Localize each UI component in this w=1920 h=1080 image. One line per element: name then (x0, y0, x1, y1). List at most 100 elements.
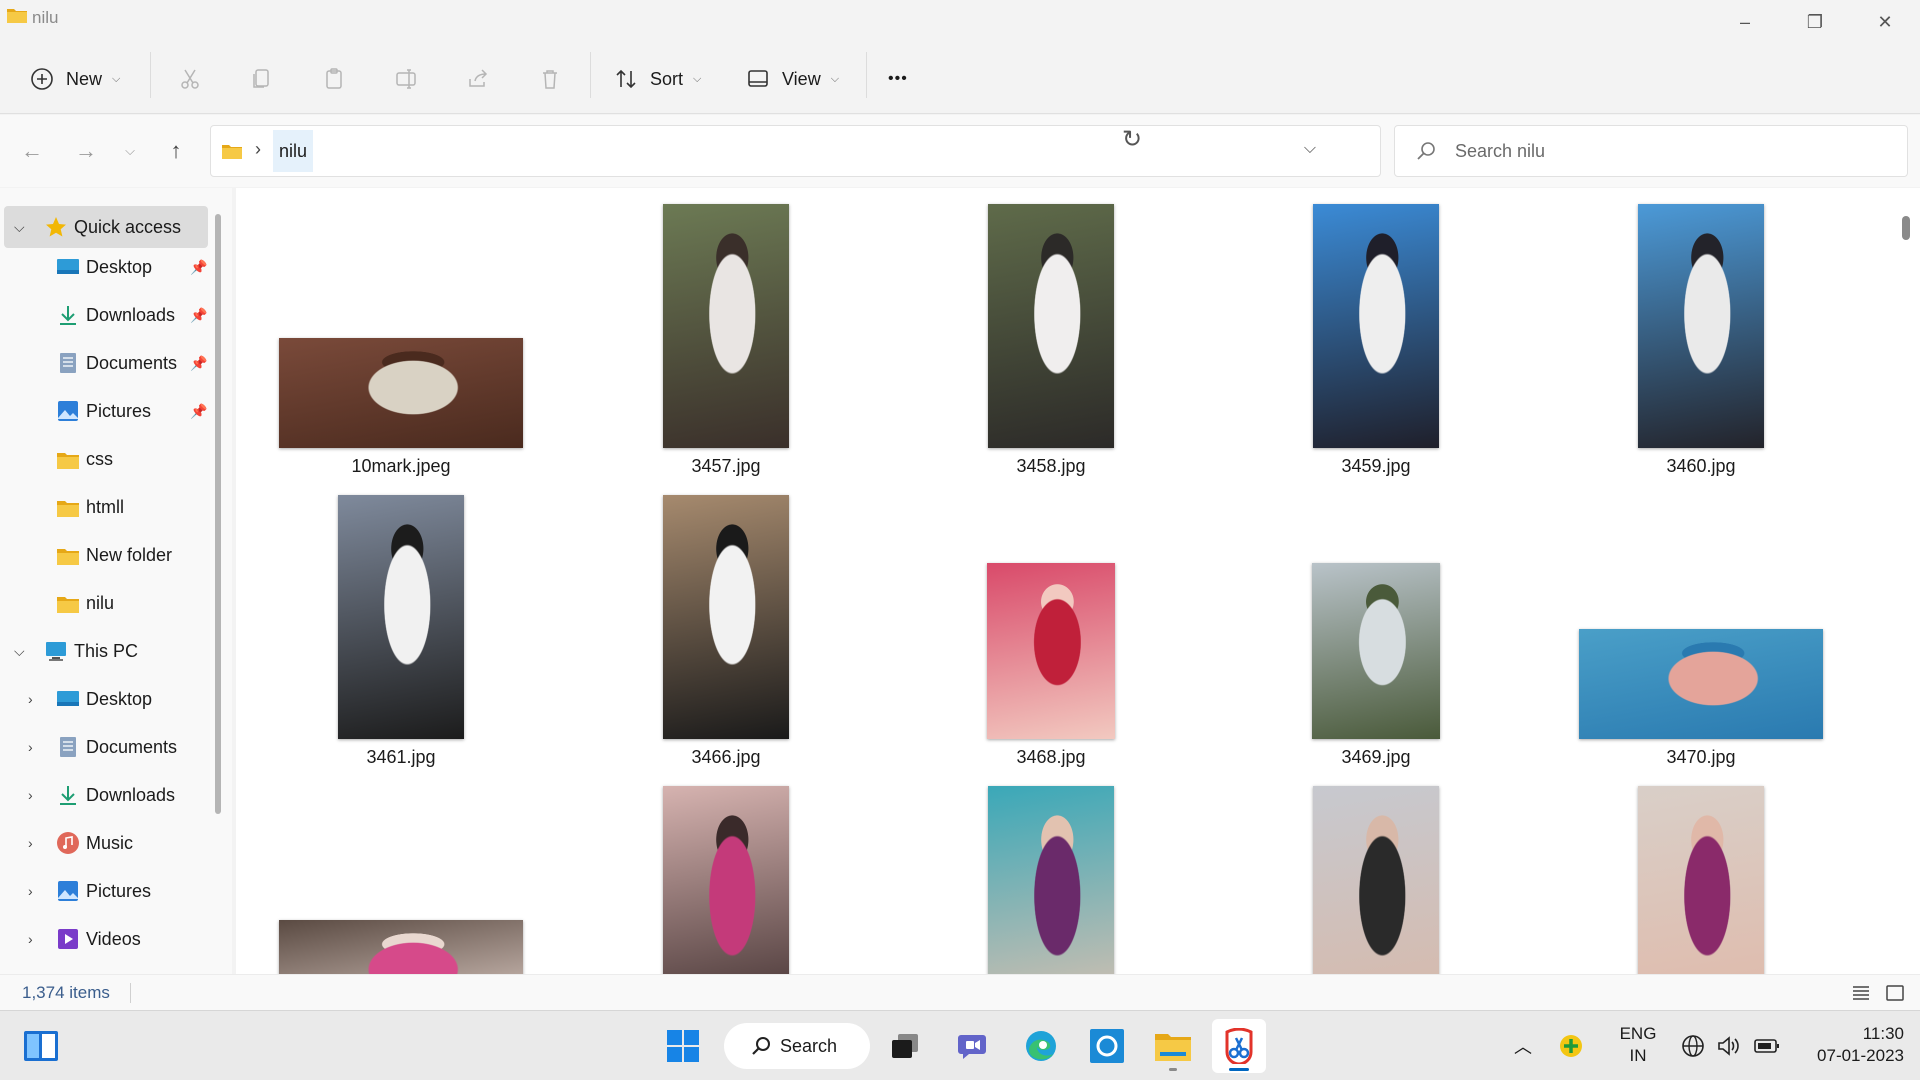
forward-button[interactable]: → (66, 131, 106, 171)
search-input[interactable]: Search nilu (1455, 141, 1545, 162)
recent-locations-button[interactable]: ⌵ (110, 131, 150, 171)
file-tile[interactable] (926, 750, 1236, 974)
chevron-right-icon: › (255, 139, 261, 159)
search-box[interactable]: Search nilu (1394, 125, 1908, 177)
more-options-button[interactable]: ••• (888, 56, 908, 102)
rename-button[interactable] (392, 56, 420, 102)
sidebar-item-label: Music (86, 832, 134, 853)
copy-icon (248, 65, 276, 93)
copy-button[interactable] (248, 56, 276, 102)
documents-icon (60, 353, 76, 373)
file-tile[interactable]: 3470.jpg (1576, 459, 1886, 767)
navigation-row: ← → ⌵ ↑ › nilu ⌵ ↻ Search nilu (0, 115, 1920, 187)
pin-icon: 📌 (190, 402, 208, 419)
sidebar-item-label: Pictures (86, 400, 152, 421)
new-button[interactable]: New ⌵ (28, 56, 120, 102)
sidebar-scrollbar[interactable] (215, 214, 221, 814)
sidebar-item-pc-downloads[interactable]: › Downloads (4, 774, 208, 816)
file-explorer-button[interactable] (1146, 1019, 1200, 1073)
taskbar-search-button[interactable]: Search (724, 1023, 870, 1069)
folder-icon (57, 501, 79, 517)
details-view-button[interactable] (1846, 979, 1876, 1007)
sidebar-item-quick-access[interactable]: ⌵ Quick access (4, 206, 208, 248)
network-button[interactable] (1676, 1019, 1710, 1073)
edge-button[interactable] (1014, 1019, 1068, 1073)
sidebar-item-downloads[interactable]: Downloads 📌 (4, 294, 208, 336)
file-tile[interactable]: 3460.jpg (1576, 188, 1886, 476)
up-button[interactable]: ↑ (156, 131, 196, 171)
sidebar-item-desktop[interactable]: Desktop 📌 (4, 246, 208, 288)
file-tile[interactable]: 3468.jpg (926, 459, 1236, 767)
chevron-right-icon: › (28, 835, 33, 851)
delete-button[interactable] (536, 56, 564, 102)
address-history-dropdown[interactable]: ⌵ (1304, 140, 1316, 158)
search-icon (1417, 142, 1435, 160)
back-button[interactable]: ← (12, 131, 52, 171)
file-explorer-icon (1155, 1034, 1191, 1061)
view-button[interactable]: View ⌵ (744, 56, 839, 102)
sort-label: Sort (650, 68, 684, 89)
widgets-button[interactable] (14, 1019, 68, 1073)
more-icon: ••• (888, 70, 908, 87)
paste-button[interactable] (320, 56, 348, 102)
minimize-button[interactable]: – (1710, 0, 1780, 44)
file-tile[interactable]: 3466.jpg (601, 459, 911, 767)
clock[interactable]: 11:30 07-01-2023 (1790, 1023, 1904, 1067)
desktop-icon (57, 259, 79, 274)
show-hidden-icons-button[interactable]: ︿ (1506, 1019, 1540, 1073)
windows-logo-icon (667, 1030, 699, 1062)
pin-icon: 📌 (190, 354, 208, 371)
sidebar-item-pc-desktop[interactable]: › Desktop (4, 678, 208, 720)
snipping-tool-button[interactable] (1212, 1019, 1266, 1073)
file-tile[interactable]: 3469.jpg (1251, 459, 1561, 767)
store-button[interactable] (1080, 1019, 1134, 1073)
language-indicator[interactable]: ENG IN (1612, 1023, 1664, 1067)
volume-button[interactable] (1712, 1019, 1746, 1073)
file-tile[interactable] (276, 750, 586, 974)
arrow-right-icon: → (75, 138, 97, 163)
address-bar[interactable]: › nilu ⌵ (210, 125, 1381, 177)
sidebar-item-nilu[interactable]: nilu (4, 582, 208, 624)
task-view-button[interactable] (878, 1019, 932, 1073)
file-tile[interactable] (1251, 750, 1561, 974)
file-tile[interactable] (1576, 750, 1886, 974)
arrow-left-icon: ← (21, 138, 43, 163)
maximize-button[interactable]: ❐ (1780, 0, 1850, 44)
sort-icon (612, 65, 640, 93)
sidebar-item-pc-music[interactable]: › Music (4, 822, 208, 864)
window-title: nilu (32, 8, 59, 27)
file-tile[interactable] (601, 750, 911, 974)
status-bar: 1,374 items (0, 974, 1920, 1010)
toolbar-separator (866, 52, 867, 98)
file-tile[interactable]: 3461.jpg (276, 459, 586, 767)
file-tile[interactable]: 3459.jpg (1251, 188, 1561, 476)
chevron-right-icon: › (28, 883, 33, 899)
breadcrumb-nilu[interactable]: nilu (273, 130, 314, 172)
sidebar-item-pictures[interactable]: Pictures 📌 (4, 390, 208, 432)
share-button[interactable] (464, 56, 492, 102)
start-button[interactable] (656, 1019, 710, 1073)
image-thumbnail (1312, 563, 1440, 739)
battery-button[interactable] (1750, 1019, 1784, 1073)
sidebar-item-new-folder[interactable]: New folder (4, 534, 208, 576)
sidebar-item-pc-documents[interactable]: › Documents (4, 726, 208, 768)
sidebar-item-this-pc[interactable]: ⌵ This PC (4, 630, 208, 672)
sidebar-item-documents[interactable]: Documents 📌 (4, 342, 208, 384)
close-button[interactable]: ✕ (1850, 0, 1920, 44)
sidebar-item-htmll[interactable]: htmll (4, 486, 208, 528)
file-tile[interactable]: 3457.jpg (601, 188, 911, 476)
chat-button[interactable] (946, 1019, 1000, 1073)
sidebar-item-css[interactable]: css (4, 438, 208, 480)
file-tile[interactable]: 3458.jpg (926, 188, 1236, 476)
sidebar-item-pc-videos[interactable]: › Videos (4, 918, 208, 960)
trash-icon (536, 65, 564, 93)
cut-button[interactable] (176, 56, 204, 102)
tray-app-button[interactable] (1552, 1019, 1590, 1073)
sidebar-item-pc-pictures[interactable]: › Pictures (4, 870, 208, 912)
sort-button[interactable]: Sort ⌵ (612, 56, 701, 102)
refresh-button[interactable]: ↻ (1122, 125, 1142, 154)
large-icons-view-button[interactable] (1880, 979, 1910, 1007)
content-scrollbar-thumb[interactable] (1902, 216, 1910, 240)
navigation-pane: ⌵ Quick access Desktop 📌 Downloads 📌 Doc… (0, 188, 232, 974)
file-tile[interactable]: 10mark.jpeg (276, 188, 586, 476)
